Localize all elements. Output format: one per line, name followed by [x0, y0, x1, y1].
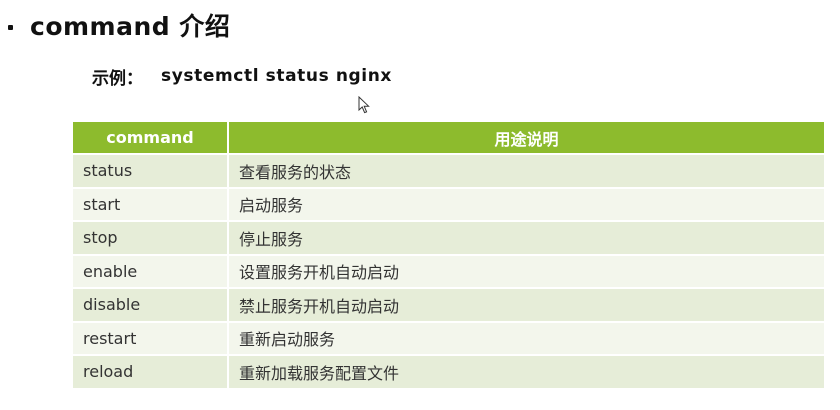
page-title: command 介绍 — [30, 12, 231, 41]
description-cell: 禁止服务开机自动启动 — [228, 287, 824, 322]
slide-title-row: command 介绍 — [8, 8, 230, 42]
table-row: disable 禁止服务开机自动启动 — [73, 287, 824, 322]
example-label: 示例： — [92, 68, 143, 89]
command-cell: enable — [73, 253, 229, 288]
command-cell: reload — [73, 354, 229, 388]
description-cell: 查看服务的状态 — [228, 153, 824, 188]
description-cell: 停止服务 — [228, 220, 824, 255]
command-cell: status — [73, 153, 229, 188]
table-header-row: command 用途说明 — [73, 122, 824, 154]
bullet-icon — [8, 24, 13, 30]
command-cell: disable — [73, 287, 229, 322]
table-row: stop 停止服务 — [73, 220, 824, 255]
command-table: command 用途说明 status 查看服务的状态 start 启动服务 s… — [73, 122, 824, 388]
description-cell: 启动服务 — [228, 186, 824, 221]
example-line: 示例： systemctl status nginx — [92, 63, 392, 89]
table-row: reload 重新加载服务配置文件 — [73, 354, 824, 388]
description-cell: 重新启动服务 — [228, 320, 824, 355]
command-cell: start — [73, 186, 229, 221]
table-row: restart 重新启动服务 — [73, 320, 824, 355]
table-row: start 启动服务 — [73, 186, 824, 221]
description-cell: 设置服务开机自动启动 — [228, 253, 824, 288]
description-cell: 重新加载服务配置文件 — [228, 354, 824, 388]
header-description: 用途说明 — [228, 122, 824, 154]
command-cell: stop — [73, 220, 229, 255]
table-row: enable 设置服务开机自动启动 — [73, 253, 824, 288]
command-cell: restart — [73, 320, 229, 355]
table-row: status 查看服务的状态 — [73, 153, 824, 188]
mouse-pointer-icon — [358, 96, 370, 114]
example-command: systemctl status nginx — [161, 66, 392, 86]
header-command: command — [73, 122, 229, 154]
